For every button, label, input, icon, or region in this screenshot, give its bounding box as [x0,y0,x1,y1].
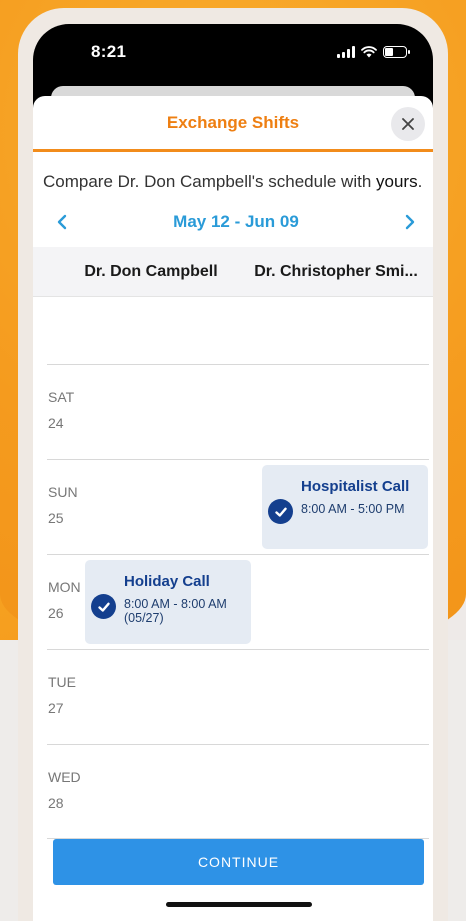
shift-time: 8:00 AM - 8:00 AM (05/27) [124,597,227,625]
sheet-header: Exchange Shifts [33,96,433,152]
day-row: SAT 24 [47,364,429,459]
check-circle-icon [268,499,293,524]
day-number: 24 [48,415,64,431]
chevron-right-icon[interactable] [401,213,419,231]
phone-screen: 8:21 Exchange Shifts Compare Dr. Don Cam… [33,24,433,921]
status-icons [337,46,410,58]
intro-emphasis: yours [376,172,418,191]
day-number: 26 [48,605,64,621]
shift-time-range: 8:00 AM - 8:00 AM [124,597,227,611]
day-name: TUE [48,674,76,690]
check-circle-icon [91,594,116,619]
battery-icon [383,46,410,58]
day-row: WED 28 [47,744,429,839]
shift-card-hospitalist[interactable]: Hospitalist Call 8:00 AM - 5:00 PM [262,465,428,549]
day-name: MON [48,579,81,595]
day-name: WED [48,769,81,785]
shift-card-holiday[interactable]: Holiday Call 8:00 AM - 8:00 AM (05/27) [85,560,251,644]
status-bar: 8:21 [33,24,433,80]
column-header-right: Dr. Christopher Smi... [254,262,418,280]
day-row: TUE 27 [47,649,429,744]
shift-time: 8:00 AM - 5:00 PM [301,502,405,516]
close-icon [402,118,414,130]
continue-button[interactable]: CONTINUE [53,839,424,885]
day-number: 25 [48,510,64,526]
exchange-shifts-sheet: Exchange Shifts Compare Dr. Don Campbell… [33,96,433,921]
day-number: 27 [48,700,64,716]
day-row: SUN 25 Hospitalist Call 8:00 AM - 5:00 P… [47,459,429,554]
date-range: May 12 - Jun 09 [173,212,299,231]
shift-title: Hospitalist Call [301,478,410,495]
shift-title: Holiday Call [124,573,210,590]
chevron-left-icon[interactable] [53,213,71,231]
column-header-left: Dr. Don Campbell [84,262,218,280]
home-indicator [166,902,312,907]
intro-suffix: . [417,172,423,191]
column-headers: Dr. Don Campbell Dr. Christopher Smi... [33,247,433,297]
day-row: MON 26 Holiday Call 8:00 AM - 8:00 AM (0… [47,554,429,649]
day-name: SUN [48,484,78,500]
signal-icon [337,46,355,58]
sheet-title: Exchange Shifts [166,112,300,132]
day-number: 28 [48,795,64,811]
day-name: SAT [48,389,75,405]
intro-text: Compare Dr. Don Campbell's schedule with… [33,152,433,193]
day-list: SAT 24 SUN 25 Hospitalist Call 8:00 AM -… [33,364,433,839]
date-navigation: May 12 - Jun 09 [33,197,433,247]
close-button[interactable] [391,107,425,141]
status-time: 8:21 [91,42,127,61]
shift-time-note: (05/27) [124,611,164,625]
intro-main: Compare Dr. Don Campbell's schedule with [43,172,372,191]
wifi-icon [361,46,377,58]
